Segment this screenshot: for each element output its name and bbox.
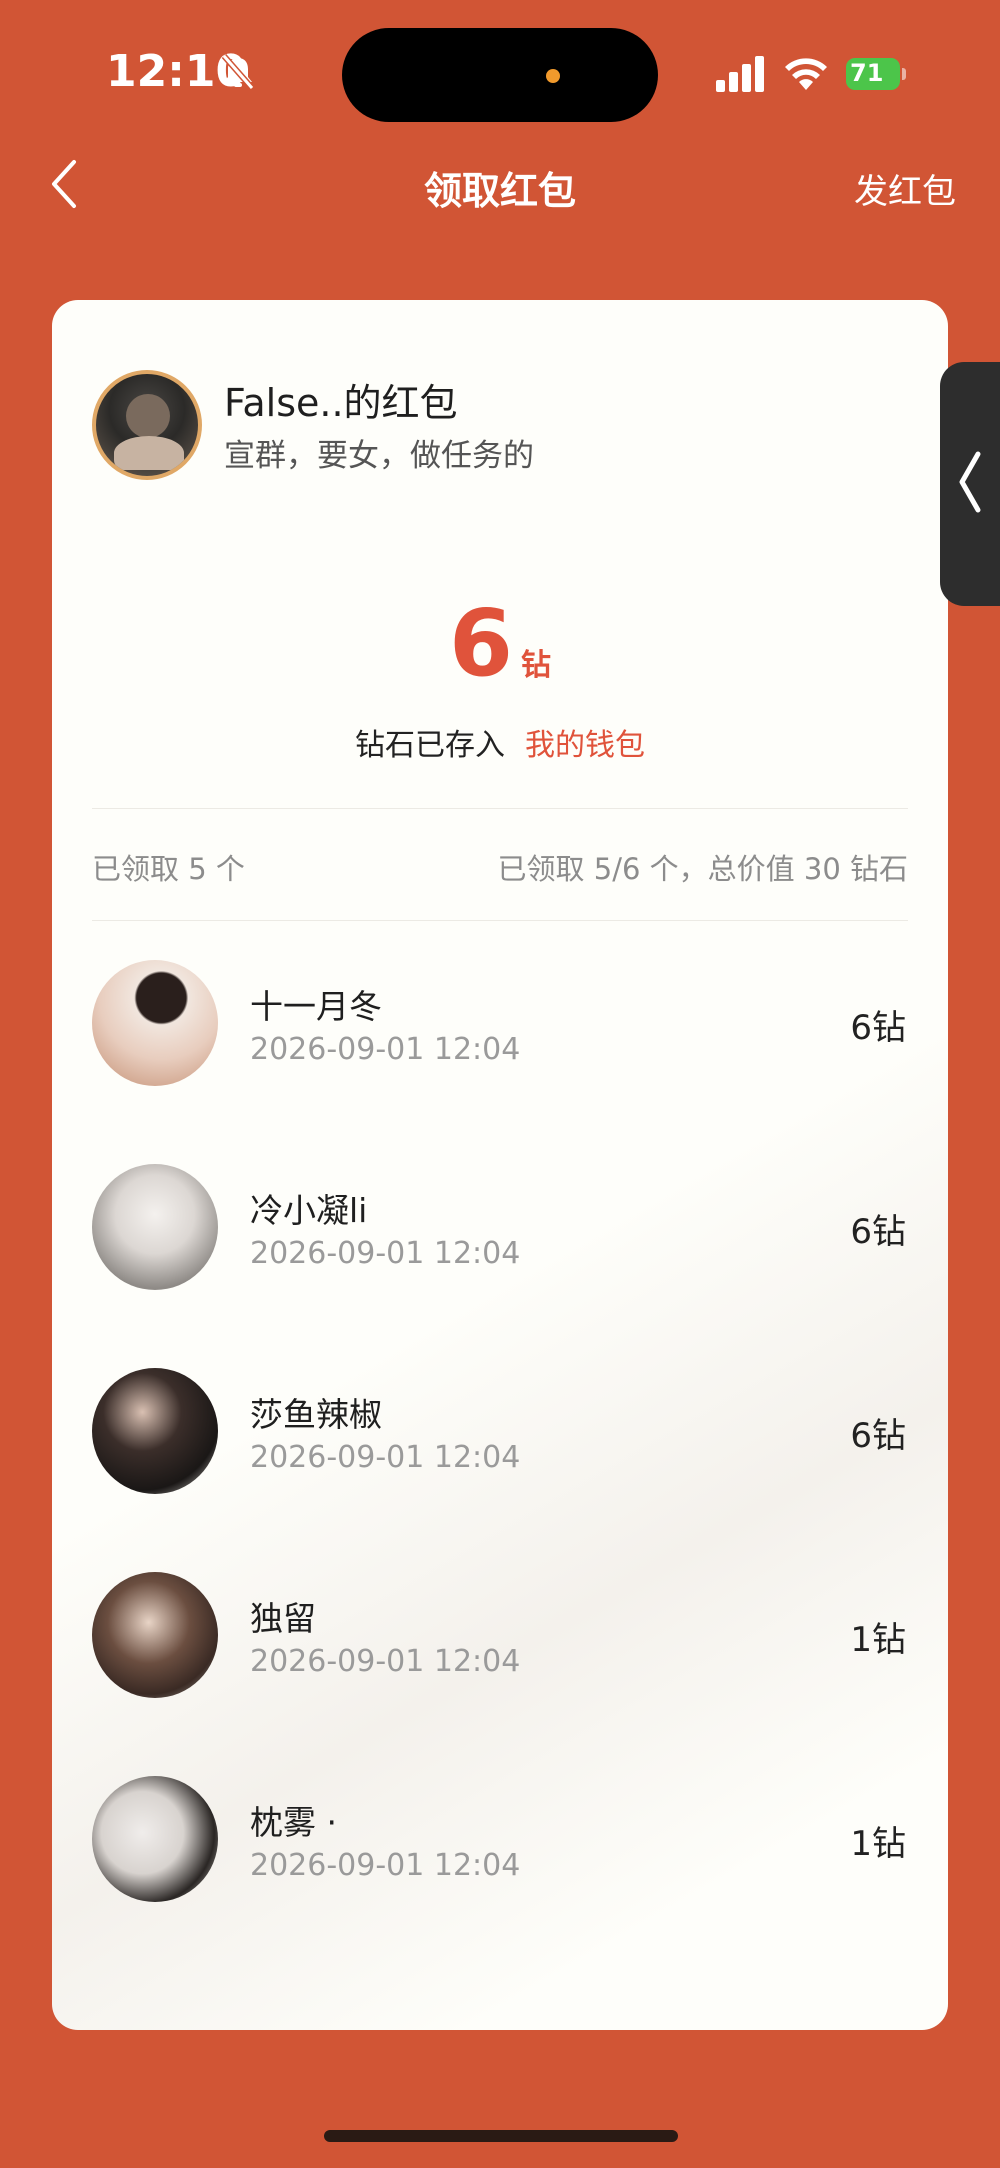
claim-time: 2026-09-01 12:04	[250, 1236, 521, 1271]
status-bar: 12:10 71	[0, 0, 1000, 150]
claim-amount: 1钻	[850, 1824, 906, 1864]
claim-row[interactable]: 冷小凝li 2026-09-01 12:04 6钻	[52, 1144, 948, 1348]
battery-level: 71	[850, 59, 884, 87]
claim-row[interactable]: 枕雾 · 2026-09-01 12:04 1钻	[52, 1756, 948, 1960]
claimer-avatar[interactable]	[92, 1572, 218, 1698]
my-wallet-link[interactable]: 我的钱包	[525, 728, 645, 763]
received-amount: 6钻	[52, 590, 948, 697]
sender-avatar-hands	[114, 436, 184, 470]
claimer-avatar[interactable]	[92, 1368, 218, 1494]
claim-time: 2026-09-01 12:04	[250, 1848, 521, 1883]
claim-amount: 6钻	[850, 1008, 906, 1048]
nav-bar: 领取红包 发红包	[0, 140, 1000, 230]
claim-row[interactable]: 莎鱼辣椒 2026-09-01 12:04 6钻	[52, 1348, 948, 1552]
amount-value: 6	[448, 590, 513, 697]
claim-time: 2026-09-01 12:04	[250, 1440, 521, 1475]
sender-name: False..的红包	[224, 381, 458, 425]
sender-description: 宣群，要女，做任务的	[224, 438, 534, 474]
home-indicator[interactable]	[324, 2130, 678, 2142]
page-title: 领取红包	[423, 169, 576, 213]
claim-amount: 1钻	[850, 1620, 906, 1660]
claimer-avatar[interactable]	[92, 960, 218, 1086]
claim-row[interactable]: 独留 2026-09-01 12:04 1钻	[52, 1552, 948, 1756]
claimer-name: 莎鱼辣椒	[250, 1395, 382, 1434]
wifi-icon	[785, 58, 827, 90]
claimer-avatar[interactable]	[92, 1776, 218, 1902]
claimer-name: 枕雾 ·	[250, 1803, 337, 1842]
claimer-name: 十一月冬	[250, 987, 382, 1026]
claim-amount: 6钻	[850, 1212, 906, 1252]
battery-tip	[902, 68, 906, 80]
divider	[92, 808, 908, 809]
claimed-summary: 已领取 5/6 个，总价值 30 钻石	[497, 852, 908, 886]
sender-avatar[interactable]	[92, 370, 202, 480]
dynamic-island	[342, 28, 658, 122]
chevron-left-icon	[959, 451, 981, 513]
battery-indicator: 71	[846, 58, 906, 90]
divider	[92, 920, 908, 921]
claim-row[interactable]: 十一月冬 2026-09-01 12:04 6钻	[52, 940, 948, 1144]
deposit-text: 钻石已存入	[355, 728, 505, 763]
claimer-name: 冷小凝li	[250, 1191, 368, 1230]
deposit-row: 钻石已存入 我的钱包	[52, 720, 948, 764]
red-packet-card: False..的红包 宣群，要女，做任务的 6钻 钻石已存入 我的钱包 已领取 5…	[52, 300, 948, 2030]
cellular-signal-icon	[716, 56, 764, 92]
claim-list: 十一月冬 2026-09-01 12:04 6钻 冷小凝li 2026-09-0…	[52, 940, 948, 1960]
claim-time: 2026-09-01 12:04	[250, 1032, 521, 1067]
sender-avatar-face	[126, 394, 170, 438]
amount-unit: 钻	[521, 648, 551, 683]
claim-time: 2026-09-01 12:04	[250, 1644, 521, 1679]
claimer-avatar[interactable]	[92, 1164, 218, 1290]
claimed-count: 已领取 5 个	[92, 852, 245, 886]
privacy-indicator-dot	[546, 69, 560, 83]
send-red-packet-button[interactable]: 发红包	[854, 164, 956, 213]
claim-amount: 6钻	[850, 1416, 906, 1456]
bell-muted-icon	[221, 54, 255, 90]
claimer-name: 独留	[250, 1599, 316, 1638]
side-drawer-tab[interactable]	[940, 362, 1000, 606]
